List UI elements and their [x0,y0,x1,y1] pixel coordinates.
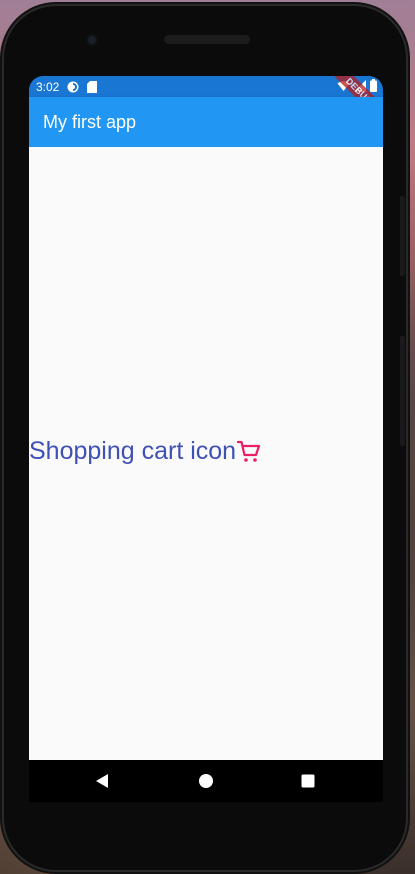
recents-icon[interactable] [299,772,317,790]
shopping-cart-icon [237,440,261,464]
notification-icon [67,81,79,93]
cart-label: Shopping cart icon [29,437,237,465]
back-icon[interactable] [93,772,111,790]
front-camera [86,34,98,46]
power-button [400,196,405,276]
home-icon[interactable] [197,772,215,790]
main-content: Shopping cart icon [29,147,383,760]
earpiece-speaker [164,35,250,44]
status-time: 3:02 [36,79,60,94]
volume-button [400,336,405,446]
phone-screen: 3:02 DEBUG My first app Shopping cart ic… [29,76,383,802]
navigation-bar [29,760,383,802]
app-title: My first app [43,111,137,132]
cart-row: Shopping cart icon [29,437,261,466]
app-bar: My first app [29,97,383,147]
sd-card-icon [87,80,98,93]
status-bar: 3:02 [29,76,383,97]
